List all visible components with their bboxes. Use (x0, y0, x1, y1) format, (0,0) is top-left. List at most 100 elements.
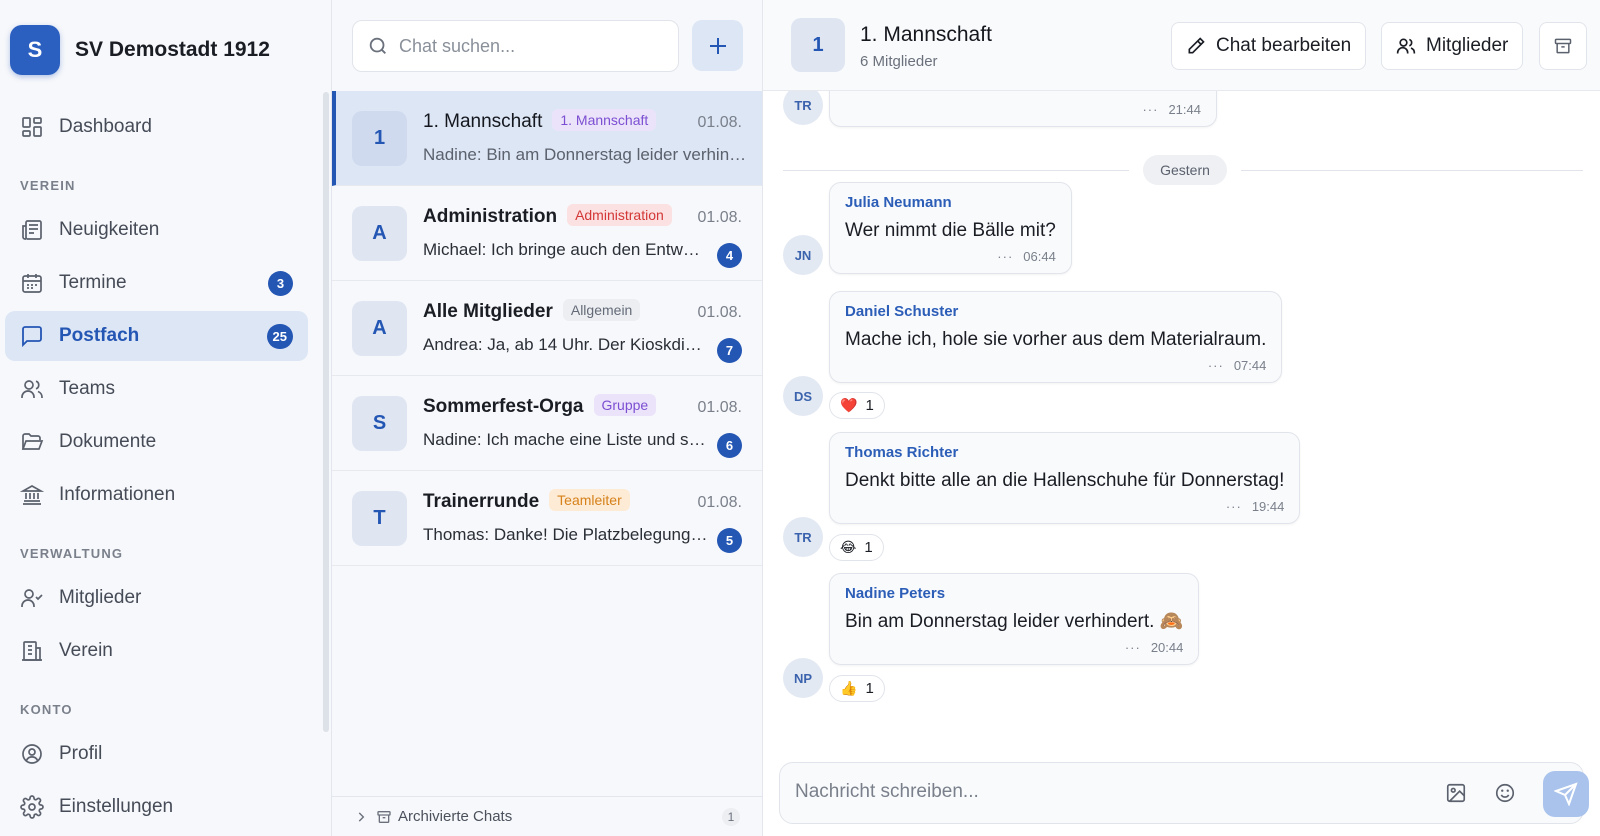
archive-chat-button[interactable] (1539, 22, 1587, 70)
reaction-chip[interactable]: 😂 1 (829, 534, 884, 561)
thumbs-up-icon: 👍 (840, 680, 858, 696)
chat-preview: Michael: Ich bringe auch den Entwurf mit… (423, 240, 708, 259)
more-icon[interactable]: ··· (1142, 102, 1158, 117)
chat-search-input[interactable] (399, 35, 659, 57)
message-sender[interactable]: Daniel Schuster (845, 302, 1266, 322)
message-bubble[interactable]: Thomas Richter Denkt bitte alle an die H… (829, 432, 1301, 524)
sidebar-item-termine[interactable]: Termine 3 (5, 258, 308, 308)
sidebar-item-einstellungen[interactable]: Einstellungen (5, 782, 308, 832)
folder-open-icon (20, 430, 44, 454)
message-bubble[interactable]: Julia Neumann Wer nimmt die Bälle mit? ·… (829, 182, 1072, 274)
edit-chat-label: Chat bearbeiten (1216, 35, 1352, 56)
reaction-chip[interactable]: 👍 1 (829, 675, 885, 702)
sidebar-scrollbar[interactable] (323, 92, 329, 732)
sidebar-item-label: Einstellungen (59, 796, 174, 817)
message-text: Wer nimmt die Bälle mit? (845, 220, 1056, 241)
chat-list-panel: 1 1. Mannschaft 1. Mannschaft 01.08. Nadi… (332, 0, 763, 836)
message-meta: ··· 07:44 (845, 358, 1267, 374)
message-avatar: DS (783, 376, 823, 416)
chat-item-administration[interactable]: A Administration Administration 01.08. Mi… (332, 186, 762, 281)
more-icon[interactable]: ··· (997, 249, 1013, 264)
user-check-icon (20, 586, 44, 610)
archive-icon (376, 809, 392, 825)
section-verein: VEREIN (20, 178, 76, 193)
reaction-chip[interactable]: ❤️ 1 (829, 392, 885, 419)
sidebar-item-label: Termine (59, 272, 127, 293)
sidebar-item-dokumente[interactable]: Dokumente (5, 417, 308, 467)
smiley-icon[interactable] (1494, 782, 1518, 806)
chat-name: Sommerfest-Orga Gruppe (423, 394, 657, 418)
user-circle-icon (20, 742, 44, 766)
archived-count: 1 (722, 808, 740, 826)
sidebar-item-label: Dokumente (59, 431, 157, 452)
message-time: 21:44 (1168, 102, 1201, 117)
members-button[interactable]: Mitglieder (1381, 22, 1524, 70)
more-icon[interactable]: ··· (1226, 499, 1242, 514)
message-list[interactable]: TR ··· 21:44 Gestern JN Julia Neumann Wer… (763, 91, 1600, 756)
chat-avatar: S (352, 396, 407, 451)
chat-item-sommerfest-orga[interactable]: S Sommerfest-Orga Gruppe 01.08. Nadine: I… (332, 376, 762, 471)
chat-preview: Nadine: Ich mache eine Liste und schicke… (423, 430, 708, 449)
chat-item-trainerrunde[interactable]: T Trainerrunde Teamleiter 01.08. Thomas: … (332, 471, 762, 566)
message-input[interactable] (795, 781, 1415, 803)
termine-badge: 3 (268, 271, 293, 296)
sidebar-item-label: Neuigkeiten (59, 219, 160, 240)
chat-tag: 1. Mannschaft (552, 109, 657, 131)
chat-item-alle-mitglieder[interactable]: A Alle Mitglieder Allgemein 01.08. Andrea… (332, 281, 762, 376)
sidebar-item-informationen[interactable]: Informationen (5, 470, 308, 520)
unread-badge: 5 (717, 528, 742, 553)
sidebar-item-label: Dashboard (59, 116, 152, 137)
edit-chat-button[interactable]: Chat bearbeiten (1171, 22, 1367, 70)
archived-chats-toggle[interactable]: Archivierte Chats 1 (332, 796, 762, 836)
message-bubble[interactable]: ··· 21:44 (829, 91, 1217, 127)
brand-logo: S (10, 25, 60, 75)
sidebar-item-profil[interactable]: Profil (5, 729, 308, 779)
sidebar-item-label: Profil (59, 743, 103, 764)
chat-avatar: A (352, 301, 407, 356)
message-sender[interactable]: Thomas Richter (845, 443, 1284, 463)
send-button[interactable] (1543, 771, 1589, 817)
sidebar-item-teams[interactable]: Teams (5, 364, 308, 414)
brand-name: SV Demostadt 1912 (75, 38, 270, 61)
calendar-icon (20, 271, 44, 295)
conversation-header: 1 1. Mannschaft 6 Mitglieder Chat bearbe… (763, 0, 1600, 91)
sidebar: S SV Demostadt 1912 Dashboard VEREIN Neu… (0, 0, 332, 836)
message-meta: ··· 19:44 (845, 499, 1285, 515)
sidebar-item-verein[interactable]: Verein (5, 626, 308, 676)
chat-name: Trainerrunde Teamleiter (423, 489, 630, 513)
chat-preview: Andrea: Ja, ab 14 Uhr. Der Kioskdienst i… (423, 335, 708, 354)
more-icon[interactable]: ··· (1125, 640, 1141, 655)
day-label: Gestern (1143, 155, 1227, 185)
pencil-icon (1186, 36, 1206, 56)
chat-item-1-mannschaft[interactable]: 1 1. Mannschaft 1. Mannschaft 01.08. Nadi… (332, 91, 762, 186)
unread-badge: 7 (717, 338, 742, 363)
message-bubble[interactable]: Nadine Peters Bin am Donnerstag leider v… (829, 573, 1200, 665)
reaction-count: 1 (865, 680, 874, 697)
message-avatar: NP (783, 658, 823, 698)
message-text: Mache ich, hole sie vorher aus dem Mater… (845, 329, 1267, 350)
chat-name: Alle Mitglieder Allgemein (423, 299, 641, 323)
image-icon[interactable] (1445, 782, 1469, 806)
chat-name: Administration Administration (423, 204, 672, 228)
new-chat-button[interactable] (692, 20, 743, 71)
sidebar-item-neuigkeiten[interactable]: Neuigkeiten (5, 205, 308, 255)
brand[interactable]: S SV Demostadt 1912 (10, 25, 270, 75)
chat-date: 01.08. (697, 209, 742, 226)
chat-preview: Nadine: Bin am Donnerstag leider verhind… (423, 145, 748, 164)
more-icon[interactable]: ··· (1208, 358, 1224, 373)
message-bubble[interactable]: Daniel Schuster Mache ich, hole sie vorh… (829, 291, 1283, 383)
sidebar-item-mitglieder[interactable]: Mitglieder (5, 573, 308, 623)
conversation-title: 1. Mannschaft (860, 23, 992, 46)
sidebar-item-label: Teams (59, 378, 115, 399)
message-meta: ··· 06:44 (845, 249, 1056, 265)
chat-avatar: A (352, 206, 407, 261)
message-sender[interactable]: Nadine Peters (845, 584, 1183, 604)
chat-date: 01.08. (697, 494, 742, 511)
reaction-count: 1 (865, 397, 874, 414)
sidebar-item-dashboard[interactable]: Dashboard (5, 102, 308, 152)
message-sender[interactable]: Julia Neumann (845, 193, 1056, 213)
sidebar-item-postfach[interactable]: Postfach 25 (5, 311, 308, 361)
chat-search[interactable] (352, 20, 679, 72)
building-icon (20, 639, 44, 663)
message-text: Denkt bitte alle an die Hallenschuhe für… (845, 470, 1285, 491)
